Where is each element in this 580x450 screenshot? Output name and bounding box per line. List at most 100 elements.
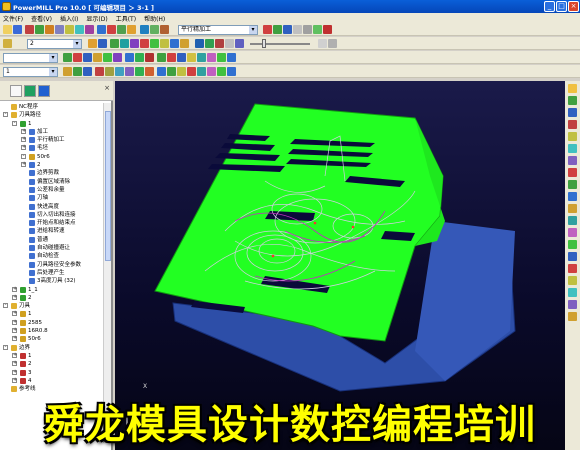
tree-item[interactable]: - 刀具路径 [0, 111, 105, 119]
expand-icon[interactable]: + [12, 294, 17, 300]
menu-file[interactable]: 文件(F) [3, 14, 23, 23]
view-z-icon[interactable] [568, 156, 577, 165]
tool-export-icon[interactable] [167, 67, 176, 76]
expand-icon[interactable]: + [12, 377, 17, 383]
leads-display-icon[interactable] [207, 53, 216, 62]
layer-open-icon[interactable] [88, 39, 97, 48]
shade-model-icon[interactable] [157, 53, 166, 62]
zoom-in-icon[interactable] [568, 204, 577, 213]
toolpath-strategy-icon[interactable] [97, 25, 106, 34]
layer-dropdown[interactable]: 2 [27, 39, 82, 49]
expand-icon[interactable]: + [21, 128, 26, 134]
grid-icon[interactable] [568, 312, 577, 321]
view-iso1-icon[interactable] [568, 84, 577, 93]
measure-icon[interactable] [328, 39, 337, 48]
view-top-icon[interactable] [195, 39, 204, 48]
links-display-icon[interactable] [217, 53, 226, 62]
points-display-icon[interactable] [227, 53, 236, 62]
stop-icon[interactable] [323, 25, 332, 34]
layer-save-icon[interactable] [98, 39, 107, 48]
transparent-icon[interactable] [568, 276, 577, 285]
layer-color-icon[interactable] [180, 39, 189, 48]
tree-item[interactable]: 偏置区域清除 [0, 178, 105, 186]
tree-item[interactable]: - 边界 [0, 344, 105, 352]
transparency-slider[interactable] [262, 39, 266, 48]
collapse-icon[interactable]: - [12, 120, 17, 126]
tree-item[interactable]: 快进高度 [0, 203, 105, 211]
expand-icon[interactable]: + [12, 336, 17, 342]
stats-icon[interactable] [150, 25, 159, 34]
maximize-button[interactable]: □ [556, 1, 567, 12]
tree-item[interactable]: +16R0.8 [0, 327, 105, 335]
edit-icon[interactable] [160, 25, 169, 34]
layer-hide-icon[interactable] [160, 39, 169, 48]
collapse-icon[interactable]: - [3, 344, 8, 350]
tree-item[interactable]: +1 [0, 352, 105, 360]
fit-icon[interactable] [103, 53, 112, 62]
delete-icon[interactable] [263, 25, 272, 34]
tool-create-icon[interactable] [63, 67, 72, 76]
tool-edit-icon[interactable] [73, 67, 82, 76]
tree-item[interactable]: -1 [0, 120, 105, 128]
view-right-icon[interactable] [235, 39, 244, 48]
minimize-button[interactable]: _ [544, 1, 555, 12]
expand-icon[interactable]: + [21, 145, 26, 151]
tree-item[interactable]: 自动检查 [0, 252, 105, 260]
redraw-icon[interactable] [113, 53, 122, 62]
collapse-icon[interactable]: - [21, 153, 26, 159]
tool-shank-icon[interactable] [95, 67, 104, 76]
tree-item[interactable]: 3高度刀具 (32) [0, 277, 105, 285]
tree-scroll-thumb[interactable] [105, 111, 111, 261]
surface-icon[interactable] [140, 39, 149, 48]
menu-display[interactable]: 显示(D) [86, 14, 107, 23]
check-icon[interactable] [313, 25, 322, 34]
layer-select-icon[interactable] [170, 39, 179, 48]
start-point-icon[interactable] [65, 25, 74, 34]
tool-library-icon[interactable] [157, 67, 166, 76]
view-iso-icon[interactable] [205, 39, 214, 48]
panel-close-icon[interactable]: × [104, 84, 110, 92]
html-tab-icon[interactable] [24, 85, 36, 97]
calc-icon[interactable] [140, 25, 149, 34]
settings-icon[interactable] [293, 25, 302, 34]
tool-delete-icon[interactable] [187, 67, 196, 76]
view-y-icon[interactable] [568, 144, 577, 153]
tool-import-icon[interactable] [177, 67, 186, 76]
boundary-icon[interactable] [25, 25, 34, 34]
lighting-icon[interactable] [125, 53, 134, 62]
tree-item[interactable]: 自动碰撞避让 [0, 244, 105, 252]
expand-icon[interactable]: + [21, 162, 26, 168]
view-side-icon[interactable] [225, 39, 234, 48]
wire-icon[interactable] [568, 252, 577, 261]
close-button[interactable]: × [568, 1, 579, 12]
tree-item[interactable]: + 加工 [0, 128, 105, 136]
view-front-icon[interactable] [215, 39, 224, 48]
menu-help[interactable]: 帮助(H) [144, 14, 165, 23]
tool-holder-icon[interactable] [83, 67, 92, 76]
view-iso2-icon[interactable] [568, 96, 577, 105]
shade-stock-icon[interactable] [177, 53, 186, 62]
expand-icon[interactable]: + [12, 328, 17, 334]
tool-ball-icon[interactable] [115, 67, 124, 76]
tool-dropdown[interactable]: 1 [3, 67, 58, 77]
tree-item[interactable]: + 毛坯 [0, 144, 105, 152]
feedrate-icon[interactable] [75, 25, 84, 34]
expand-icon[interactable]: + [12, 369, 17, 375]
shade-icon[interactable] [120, 39, 129, 48]
tree-item[interactable]: +2 [0, 294, 105, 302]
link-icon[interactable] [283, 25, 292, 34]
nc-program-icon[interactable] [127, 25, 136, 34]
menu-view[interactable]: 查看(V) [31, 14, 52, 23]
view-x-icon[interactable] [568, 132, 577, 141]
pan-icon[interactable] [73, 53, 82, 62]
simulate-icon[interactable] [117, 25, 126, 34]
tool-drill-icon[interactable] [135, 67, 144, 76]
tree-item[interactable]: 进给和转速 [0, 227, 105, 235]
tree-item[interactable]: 普通 [0, 236, 105, 244]
tool-wire-icon[interactable] [227, 67, 236, 76]
tree-item[interactable]: 开始点和结束点 [0, 219, 105, 227]
copy-icon[interactable] [273, 25, 282, 34]
layer-icon[interactable] [3, 39, 12, 48]
expand-icon[interactable]: + [12, 361, 17, 367]
rapid-move-icon[interactable] [55, 25, 64, 34]
